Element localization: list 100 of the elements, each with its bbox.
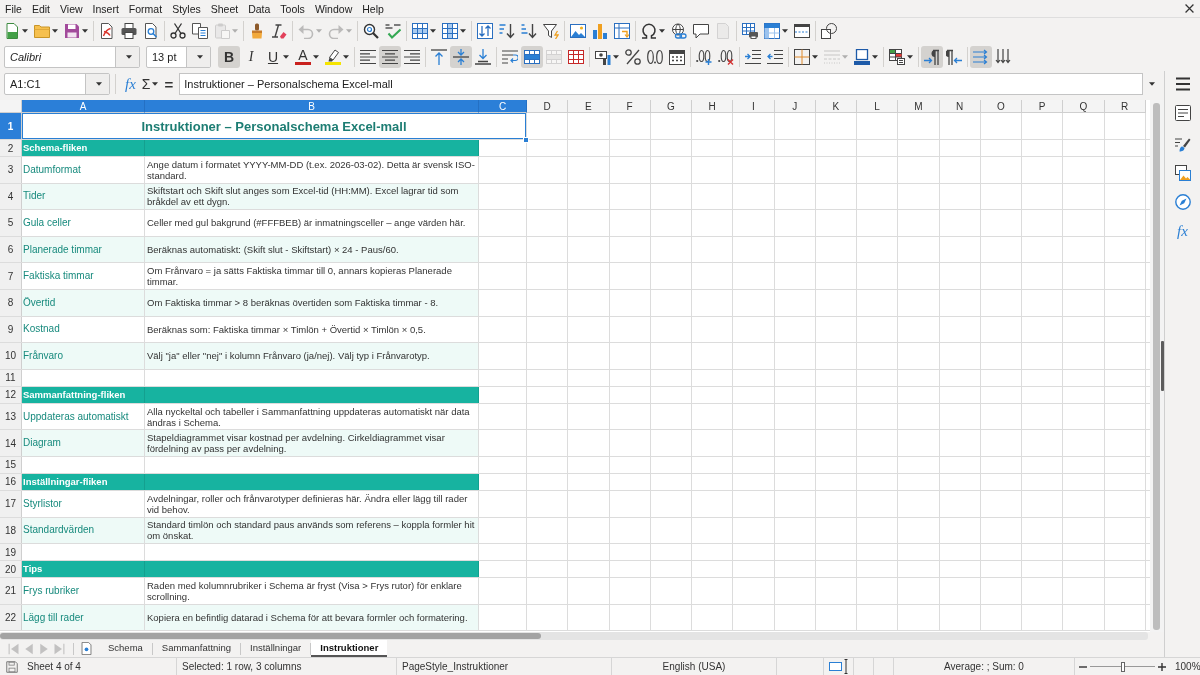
sort-icon	[477, 22, 493, 39]
align-middle-button[interactable]	[450, 46, 472, 68]
close-icon[interactable]	[1185, 4, 1194, 13]
column-header[interactable]: F	[609, 100, 651, 113]
row-header[interactable]: 3	[0, 157, 22, 183]
font-size-box[interactable]: 13 pt	[146, 46, 211, 68]
functions-button[interactable]: fx	[1177, 223, 1188, 239]
borders-button[interactable]	[791, 46, 821, 68]
sheet-tab[interactable]: Inställningar	[241, 640, 311, 657]
column-header[interactable]: B	[145, 100, 479, 113]
conditional-format-button[interactable]	[886, 46, 916, 68]
column-header[interactable]: D	[527, 100, 569, 113]
column-header[interactable]: R	[1104, 100, 1146, 113]
formula-input[interactable]: Instruktioner – Personalschema Excel-mall	[179, 73, 1143, 95]
column-header[interactable]: K	[815, 100, 857, 113]
caret-icon[interactable]	[1149, 82, 1155, 86]
sum-button[interactable]: Σ	[138, 73, 162, 95]
align-bottom-button[interactable]	[472, 46, 494, 68]
row-header[interactable]: 2	[0, 140, 22, 156]
underline-button[interactable]: U	[262, 46, 292, 68]
row-header[interactable]: 9	[0, 316, 22, 343]
menu-item[interactable]: Insert	[87, 0, 124, 17]
sheet-indicator: Sheet 4 of 4	[27, 661, 81, 672]
menu-item[interactable]: File	[0, 0, 27, 17]
copy-icon	[192, 22, 208, 39]
speech-bubble-icon	[693, 22, 709, 39]
align-center-button[interactable]	[379, 46, 401, 68]
row-header[interactable]: 1	[0, 113, 22, 139]
menu-item[interactable]: Data	[243, 0, 276, 17]
column-header[interactable]: L	[857, 100, 899, 113]
column-header[interactable]: E	[568, 100, 610, 113]
function-wizard-button[interactable]: fx	[122, 73, 139, 95]
row-header[interactable]: 7	[0, 263, 22, 289]
menu-item[interactable]: Styles	[167, 0, 206, 17]
column-header[interactable]: J	[774, 100, 816, 113]
selection-handle[interactable]	[523, 137, 529, 143]
column-header[interactable]: M	[898, 100, 940, 113]
sheet-tab[interactable]: Instruktioner	[311, 640, 388, 657]
column-header[interactable]: A	[22, 100, 145, 113]
slider-thumb[interactable]	[1120, 661, 1125, 672]
rectangle-cursor-icon[interactable]	[828, 659, 849, 674]
row-header[interactable]: 22	[0, 604, 22, 631]
bold-button[interactable]: B	[218, 46, 240, 68]
menu-item[interactable]: Edit	[26, 0, 55, 17]
scrollbar-thumb[interactable]	[0, 633, 541, 639]
align-top-button[interactable]	[428, 46, 450, 68]
row-header[interactable]: 19	[0, 544, 22, 561]
menu-item[interactable]: Help	[357, 0, 389, 17]
properties-icon[interactable]	[1174, 105, 1191, 121]
zoom-in-icon[interactable]	[1158, 662, 1166, 671]
row-header[interactable]: 13	[0, 403, 22, 430]
menu-item[interactable]: Sheet	[205, 0, 244, 17]
menu-item[interactable]: Window	[309, 0, 358, 17]
column-header[interactable]: I	[733, 100, 775, 113]
row-header[interactable]: 18	[0, 517, 22, 544]
column-header[interactable]: P	[1022, 100, 1064, 113]
border-color-button[interactable]	[851, 46, 881, 68]
scrollbar-thumb[interactable]	[1153, 103, 1160, 630]
horizontal-scrollbar[interactable]	[0, 632, 1148, 640]
percent-button[interactable]	[622, 46, 644, 68]
vertical-scrollbar[interactable]	[1150, 100, 1164, 632]
left-to-right-button[interactable]	[921, 46, 943, 68]
menu-icon[interactable]	[1174, 76, 1191, 92]
caret-icon	[430, 28, 436, 33]
row-header[interactable]: 5	[0, 210, 22, 236]
merge-center-button[interactable]	[521, 46, 543, 68]
row-header[interactable]: 6	[0, 236, 22, 263]
gallery-icon[interactable]	[1174, 165, 1191, 181]
paintbrush-icon[interactable]	[1174, 136, 1191, 152]
row-header[interactable]: 17	[0, 490, 22, 517]
font-name-box[interactable]: Calibri	[4, 46, 140, 68]
row-header[interactable]: 10	[0, 343, 22, 369]
row-header[interactable]: 20	[0, 561, 22, 578]
table-columns-icon	[442, 22, 458, 39]
zoom-out-icon[interactable]	[1079, 665, 1087, 668]
italic-button[interactable]: I	[240, 46, 262, 68]
row-header[interactable]: 4	[0, 183, 22, 210]
column-header[interactable]: C	[479, 100, 527, 113]
column-header[interactable]: H	[692, 100, 734, 113]
add-sheet-icon[interactable]	[80, 642, 93, 655]
column-header[interactable]: O	[980, 100, 1022, 113]
sheet-tab[interactable]: Schema	[99, 640, 152, 657]
row-header[interactable]: 21	[0, 578, 22, 604]
text-horizontal-button[interactable]	[970, 46, 992, 68]
column-header[interactable]: G	[650, 100, 692, 113]
row-header[interactable]: 8	[0, 289, 22, 316]
row-header[interactable]: 14	[0, 430, 22, 456]
menu-item[interactable]: View	[55, 0, 88, 17]
resize-handle[interactable]	[1161, 341, 1164, 391]
merge-center-icon	[524, 49, 540, 65]
formula-button[interactable]: =	[161, 73, 177, 95]
column-header[interactable]: N	[939, 100, 981, 113]
compass-icon[interactable]	[1174, 194, 1191, 210]
sheet-tab[interactable]: Sammanfattning	[152, 640, 241, 657]
menu-item[interactable]: Format	[123, 0, 168, 17]
font-color-button[interactable]: A	[292, 46, 322, 68]
eraser-icon	[271, 22, 287, 39]
name-box[interactable]: A1:C1	[4, 73, 110, 95]
menu-item[interactable]: Tools	[275, 0, 310, 17]
column-header[interactable]: Q	[1063, 100, 1105, 113]
